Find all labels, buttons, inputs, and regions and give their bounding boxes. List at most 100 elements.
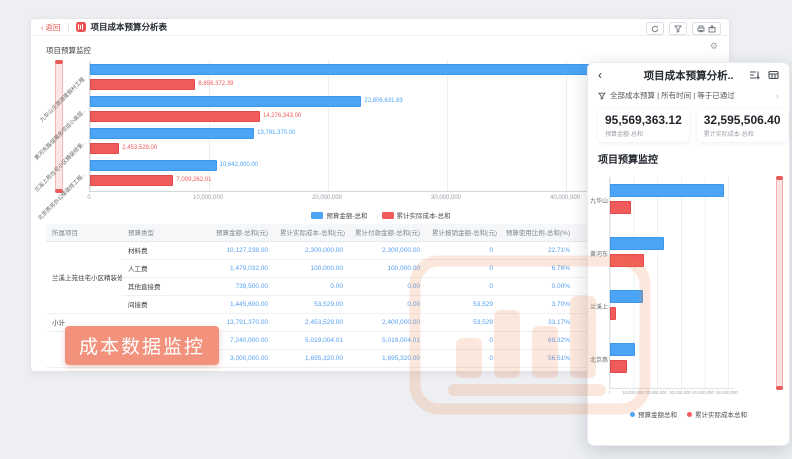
main-chart-category-labels: 九华山庄旅游度假村工程黄河东路保障房项目小高层..兰溪上苑住宅小区精装修第..北… bbox=[31, 61, 87, 192]
reimburse-cell[interactable]: 0 bbox=[426, 331, 499, 349]
panel-chart-scrollbar[interactable] bbox=[776, 177, 783, 389]
budget-cell[interactable]: 1,479,032.00 bbox=[202, 259, 274, 277]
bar-value-label: 13,791,370.00 bbox=[257, 128, 295, 139]
panel-chart-plot bbox=[609, 177, 734, 389]
ratio-cell[interactable]: 22.71% bbox=[499, 241, 576, 259]
panel-legend-item-budget[interactable]: 预算金额总和 bbox=[630, 409, 677, 419]
legend-dot-icon bbox=[630, 412, 635, 417]
panel-bar-budget-1[interactable] bbox=[610, 237, 664, 250]
reimburse-cell[interactable]: 0 bbox=[426, 349, 499, 367]
page-title: 项目成本预算分析表 bbox=[91, 21, 168, 33]
sort-list-icon[interactable] bbox=[749, 70, 760, 80]
chevron-right-icon: › bbox=[776, 91, 779, 101]
filter-text: 全部成本预算 | 所有时间 | 等于已通过 bbox=[610, 90, 735, 101]
legend-swatch-icon bbox=[382, 212, 394, 219]
bar-actual-3[interactable] bbox=[90, 175, 173, 186]
scrollbar-handle-bottom[interactable] bbox=[776, 386, 783, 390]
panel-stats: 95,569,363.12 预算金额·总和 32,595,506.40 累计实际… bbox=[588, 101, 789, 142]
bar-value-label: 10,642,000.00 bbox=[220, 160, 258, 171]
panel-chart: 九华山..黄河东..兰溪上..北京燕.. 010,000,00020,000,0… bbox=[588, 177, 791, 405]
stat-card-budget[interactable]: 95,569,363.12 预算金额·总和 bbox=[598, 109, 689, 142]
panel-filter-bar[interactable]: 全部成本预算 | 所有时间 | 等于已通过 › bbox=[588, 87, 789, 101]
budget-cell[interactable]: 1,445,600.00 bbox=[202, 295, 274, 313]
actual-cell[interactable]: 100,000.00 bbox=[274, 259, 349, 277]
paid-cell[interactable]: 0.00 bbox=[349, 277, 426, 295]
actual-cell[interactable]: 0.00 bbox=[274, 277, 349, 295]
gear-icon[interactable]: ⚙ bbox=[710, 42, 718, 51]
report-app-icon bbox=[76, 22, 86, 32]
type-cell: 材料费 bbox=[122, 241, 202, 259]
panel-x-tick-label: 30,000,000 bbox=[669, 391, 691, 395]
panel-back-icon[interactable]: ‹ bbox=[598, 69, 602, 81]
reimburse-cell[interactable]: 53,529 bbox=[426, 313, 499, 331]
panel-bar-budget-3[interactable] bbox=[610, 343, 635, 356]
titlebar-divider bbox=[68, 23, 69, 32]
paid-cell[interactable]: 1,695,320.00 bbox=[349, 349, 426, 367]
x-tick-label: 20,000,000 bbox=[312, 195, 342, 201]
stat-card-actual[interactable]: 32,595,506.40 累计实际成本·总和 bbox=[697, 109, 788, 142]
panel-x-tick-label: 50,000,000 bbox=[716, 391, 738, 395]
paid-cell[interactable]: 2,400,000.00 bbox=[349, 313, 426, 331]
toolbar bbox=[646, 22, 721, 35]
bar-actual-1[interactable] bbox=[90, 111, 260, 122]
reimburse-cell[interactable]: 0 bbox=[426, 241, 499, 259]
panel-bar-actual-3[interactable] bbox=[610, 360, 627, 373]
bar-actual-0[interactable] bbox=[90, 79, 195, 90]
bar-budget-0[interactable] bbox=[90, 64, 665, 75]
budget-cell[interactable]: 10,127,238.00 bbox=[202, 241, 274, 259]
stat-value: 95,569,363.12 bbox=[605, 113, 682, 127]
paid-cell[interactable]: 5,019,004.01 bbox=[349, 331, 426, 349]
paid-cell[interactable]: 0.00 bbox=[349, 295, 426, 313]
paid-cell[interactable]: 100,000.00 bbox=[349, 259, 426, 277]
table-header-cell: 累计付款金额-总和(元) bbox=[349, 224, 426, 241]
table-header-cell: 所属项目 bbox=[46, 224, 122, 241]
budget-cell[interactable]: 739,500.00 bbox=[202, 277, 274, 295]
ratio-cell[interactable]: 33.17% bbox=[499, 313, 576, 331]
filter-button[interactable] bbox=[669, 22, 687, 35]
bar-value-label: 8,856,372.39 bbox=[198, 79, 233, 90]
panel-legend-item-actual[interactable]: 累计实际成本总和 bbox=[687, 409, 747, 419]
refresh-icon bbox=[651, 25, 659, 33]
actual-cell[interactable]: 1,695,320.00 bbox=[274, 349, 349, 367]
panel-bar-actual-0[interactable] bbox=[610, 201, 631, 214]
panel-bar-actual-1[interactable] bbox=[610, 254, 644, 267]
screenshot-stage: ‹ 返回 项目成本预算分析表 项目预算监控 ⚙ bbox=[0, 0, 792, 459]
actual-cell[interactable]: 2,453,529.00 bbox=[274, 313, 349, 331]
mobile-preview-panel: ‹ 项目成本预算分析.. 全部成本预算 | 所有时间 | 等于已通过 › 95,… bbox=[587, 62, 790, 446]
reimburse-cell[interactable]: 0 bbox=[426, 259, 499, 277]
ratio-cell[interactable]: 3.70% bbox=[499, 295, 576, 313]
table-header-cell: 累计实际成本-总和(元) bbox=[274, 224, 349, 241]
bar-actual-2[interactable] bbox=[90, 143, 119, 154]
type-cell: 间接费 bbox=[122, 295, 202, 313]
funnel-icon bbox=[598, 92, 606, 100]
legend-item-budget[interactable]: 预算金额-总和 bbox=[311, 210, 367, 220]
ratio-cell[interactable]: 6.76% bbox=[499, 259, 576, 277]
actual-cell[interactable]: 53,529.00 bbox=[274, 295, 349, 313]
panel-bar-budget-0[interactable] bbox=[610, 184, 724, 197]
paid-cell[interactable]: 2,300,000.00 bbox=[349, 241, 426, 259]
table-grid-icon[interactable] bbox=[768, 70, 779, 80]
panel-x-tick-label: 20,000,000 bbox=[645, 391, 667, 395]
actual-cell[interactable]: 2,300,000.00 bbox=[274, 241, 349, 259]
bar-budget-2[interactable] bbox=[90, 128, 254, 139]
bar-budget-3[interactable] bbox=[90, 160, 217, 171]
bar-value-label: 22,806,631.83 bbox=[364, 96, 402, 107]
scrollbar-handle-top[interactable] bbox=[776, 176, 783, 180]
panel-bar-budget-2[interactable] bbox=[610, 290, 643, 303]
ratio-cell[interactable]: 56.51% bbox=[499, 349, 576, 367]
panel-chart-xticks: 010,000,00020,000,00030,000,00040,000,00… bbox=[609, 391, 759, 398]
bar-budget-1[interactable] bbox=[90, 96, 361, 107]
ratio-cell[interactable]: 69.32% bbox=[499, 331, 576, 349]
project-cell: 兰溪上苑住宅小区精装修第... bbox=[46, 241, 122, 313]
bar-value-label: 2,453,529.00 bbox=[122, 143, 157, 154]
reimburse-cell[interactable]: 53,529 bbox=[426, 295, 499, 313]
back-button[interactable]: ‹ 返回 bbox=[41, 22, 61, 33]
ratio-cell[interactable]: 0.00% bbox=[499, 277, 576, 295]
actual-cell[interactable]: 5,019,004.01 bbox=[274, 331, 349, 349]
panel-bar-actual-2[interactable] bbox=[610, 307, 616, 320]
reimburse-cell[interactable]: 0 bbox=[426, 277, 499, 295]
refresh-button[interactable] bbox=[646, 22, 664, 35]
print-export-button[interactable] bbox=[692, 22, 721, 35]
legend-item-actual[interactable]: 累计实际成本-总和 bbox=[382, 210, 451, 220]
legend-dot-icon bbox=[687, 412, 692, 417]
